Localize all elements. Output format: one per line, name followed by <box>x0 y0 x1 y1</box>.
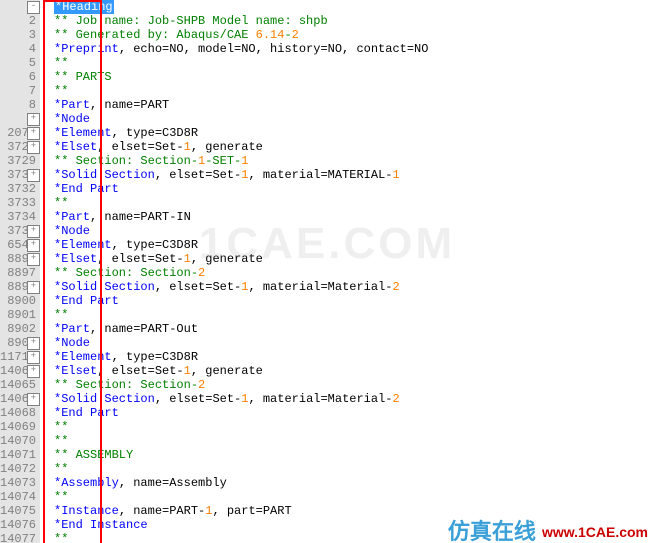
line-number: 14069 <box>0 420 40 434</box>
line-number: 8 <box>0 98 40 112</box>
code-line[interactable]: ** Section: Section-1-SET-1 <box>40 154 654 168</box>
fold-collapsed-icon[interactable]: + <box>27 239 40 252</box>
code-area[interactable]: -*Heading** Job name: Job-SHPB Model nam… <box>40 0 654 543</box>
line-number: 14065 <box>0 378 40 392</box>
code-line[interactable]: +*Elset, elset=Set-1, generate <box>40 364 654 378</box>
line-number: 14072 <box>0 462 40 476</box>
code-line[interactable]: +*Element, type=C3D8R <box>40 238 654 252</box>
fold-collapsed-icon[interactable]: + <box>27 281 40 294</box>
line-number: 5 <box>0 56 40 70</box>
code-line[interactable]: *Preprint, echo=NO, model=NO, history=NO… <box>40 42 654 56</box>
code-line[interactable]: ** <box>40 56 654 70</box>
code-line[interactable]: +*Element, type=C3D8R <box>40 350 654 364</box>
fold-collapsed-icon[interactable]: + <box>27 351 40 364</box>
code-line[interactable]: *Part, name=PART <box>40 98 654 112</box>
code-line[interactable]: *Assembly, name=Assembly <box>40 476 654 490</box>
fold-collapsed-icon[interactable]: + <box>27 113 40 126</box>
line-number: 14076 <box>0 518 40 532</box>
code-line[interactable]: +*Solid Section, elset=Set-1, material=M… <box>40 168 654 182</box>
fold-collapsed-icon[interactable]: + <box>27 337 40 350</box>
line-number: 8901 <box>0 308 40 322</box>
line-number: 3729 <box>0 154 40 168</box>
code-line[interactable]: ** Generated by: Abaqus/CAE 6.14-2 <box>40 28 654 42</box>
code-line[interactable]: ** <box>40 420 654 434</box>
line-number: 4 <box>0 42 40 56</box>
code-line[interactable]: ** <box>40 462 654 476</box>
code-line[interactable]: +*Node <box>40 336 654 350</box>
code-line[interactable]: ** <box>40 434 654 448</box>
line-number: 14071 <box>0 448 40 462</box>
line-number: 3732 <box>0 182 40 196</box>
line-number: 8897 <box>0 266 40 280</box>
line-number: 7 <box>0 84 40 98</box>
code-line[interactable]: *Instance, name=PART-1, part=PART <box>40 504 654 518</box>
fold-collapsed-icon[interactable]: + <box>27 393 40 406</box>
line-number: 6 <box>0 70 40 84</box>
line-number: 14075 <box>0 504 40 518</box>
code-line[interactable]: +*Node <box>40 112 654 126</box>
code-line[interactable]: ** <box>40 84 654 98</box>
code-line[interactable]: *End Part <box>40 294 654 308</box>
line-number: 8902 <box>0 322 40 336</box>
code-line[interactable]: +*Elset, elset=Set-1, generate <box>40 140 654 154</box>
line-number: 14073 <box>0 476 40 490</box>
code-line[interactable]: *Part, name=PART-Out <box>40 322 654 336</box>
code-line[interactable]: ** <box>40 196 654 210</box>
code-line[interactable]: ** Section: Section-2 <box>40 266 654 280</box>
code-line[interactable]: ** <box>40 308 654 322</box>
line-number: 14070 <box>0 434 40 448</box>
fold-collapsed-icon[interactable]: + <box>27 169 40 182</box>
watermark-url: www.1CAE.com <box>542 525 648 539</box>
code-line[interactable]: +*Solid Section, elset=Set-1, material=M… <box>40 280 654 294</box>
code-line[interactable]: *End Part <box>40 406 654 420</box>
code-line[interactable]: *Part, name=PART-IN <box>40 210 654 224</box>
line-number: 2 <box>0 14 40 28</box>
code-line[interactable]: +*Node <box>40 224 654 238</box>
line-number: 14077 <box>0 532 40 543</box>
code-line[interactable]: ** PARTS <box>40 70 654 84</box>
line-number: 3 <box>0 28 40 42</box>
code-editor[interactable]: 1234567892074372737293730373237333734373… <box>0 0 654 543</box>
line-number: 14068 <box>0 406 40 420</box>
code-line[interactable]: ** Section: Section-2 <box>40 378 654 392</box>
line-number: 3734 <box>0 210 40 224</box>
watermark-corner: 仿真在线 www.1CAE.com <box>448 525 648 539</box>
code-line[interactable]: +*Element, type=C3D8R <box>40 126 654 140</box>
fold-collapsed-icon[interactable]: + <box>27 253 40 266</box>
line-number-gutter: 1234567892074372737293730373237333734373… <box>0 0 40 543</box>
fold-collapsed-icon[interactable]: + <box>27 225 40 238</box>
line-number: 14074 <box>0 490 40 504</box>
code-line[interactable]: ** Job name: Job-SHPB Model name: shpb <box>40 14 654 28</box>
code-line[interactable]: *End Part <box>40 182 654 196</box>
code-line[interactable]: ** <box>40 490 654 504</box>
watermark-text: 仿真在线 <box>448 525 536 539</box>
fold-collapsed-icon[interactable]: + <box>27 127 40 140</box>
fold-collapsed-icon[interactable]: + <box>27 365 40 378</box>
code-line[interactable]: ** ASSEMBLY <box>40 448 654 462</box>
fold-expanded-icon[interactable]: - <box>27 1 40 14</box>
code-line[interactable]: +*Elset, elset=Set-1, generate <box>40 252 654 266</box>
code-line[interactable]: +*Solid Section, elset=Set-1, material=M… <box>40 392 654 406</box>
code-line[interactable]: -*Heading <box>40 0 654 14</box>
line-number: 3733 <box>0 196 40 210</box>
fold-collapsed-icon[interactable]: + <box>27 141 40 154</box>
line-number: 8900 <box>0 294 40 308</box>
